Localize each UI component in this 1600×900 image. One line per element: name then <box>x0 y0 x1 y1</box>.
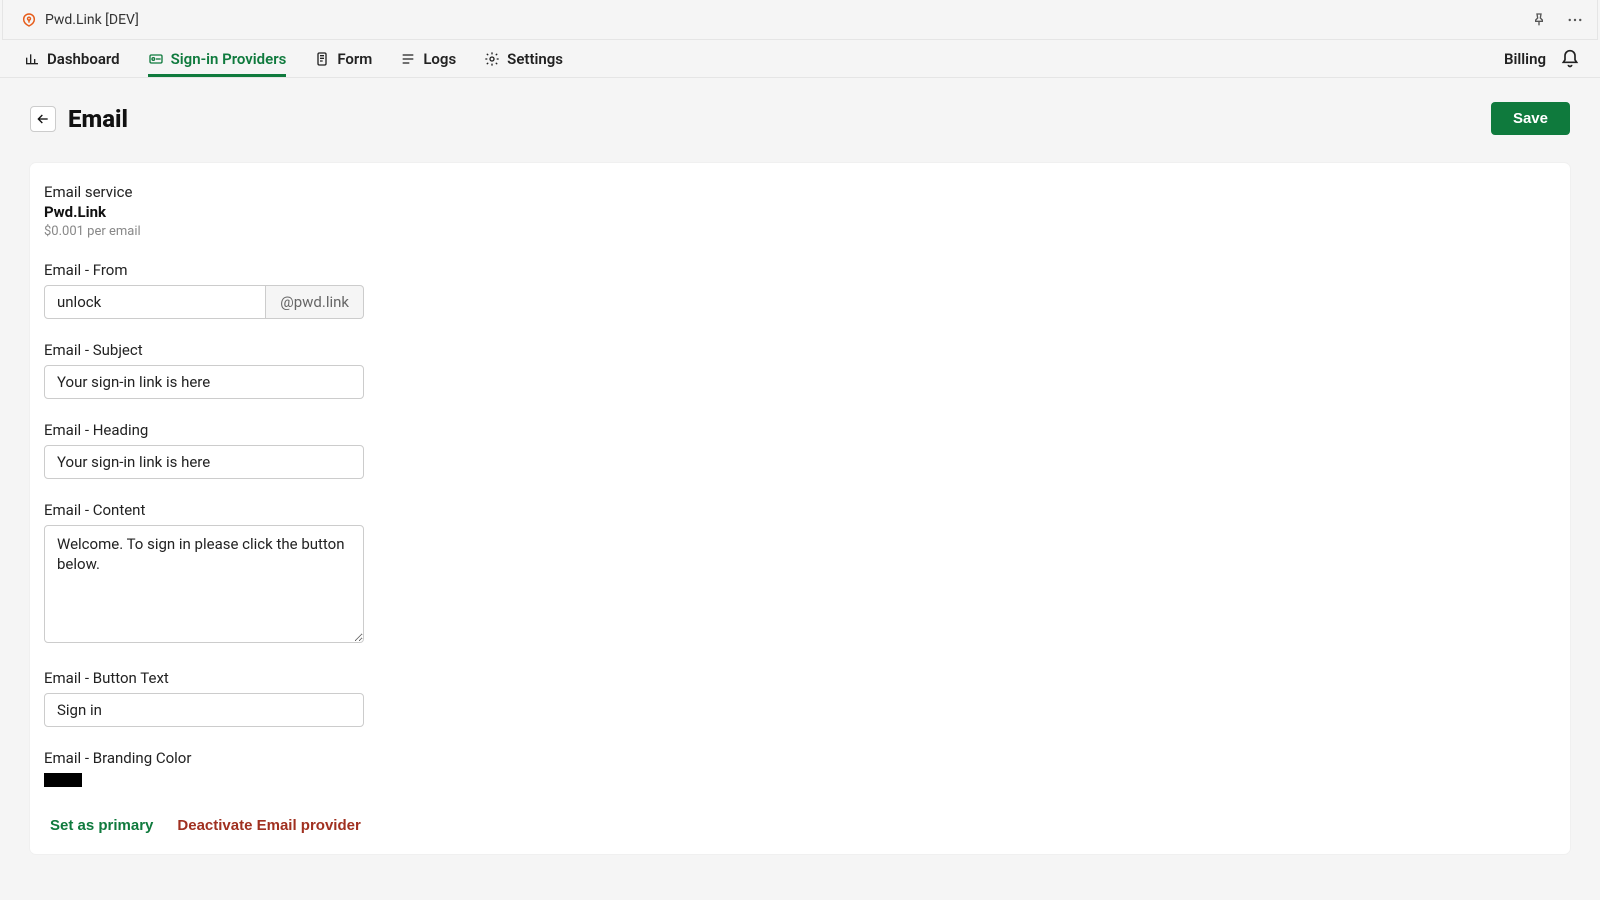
service-price: $0.001 per email <box>44 224 1556 239</box>
page-title: Email <box>68 105 128 133</box>
email-content-textarea[interactable] <box>44 525 364 643</box>
field-label: Email - Button Text <box>44 669 1556 687</box>
dashboard-icon <box>24 51 40 67</box>
branding-color-swatch[interactable] <box>44 773 82 787</box>
main-nav-left: Dashboard Sign-in Providers Form <box>24 40 563 77</box>
window-title-left: Pwd.Link [DEV] <box>21 12 139 28</box>
page-header-left: Email <box>30 105 128 133</box>
back-button[interactable] <box>30 106 56 132</box>
service-label: Email service <box>44 183 1556 201</box>
field-label: Email - Branding Color <box>44 749 1556 767</box>
deactivate-provider-button[interactable]: Deactivate Email provider <box>177 817 360 834</box>
nav-item-label: Form <box>337 50 372 68</box>
email-heading-input[interactable] <box>44 445 364 479</box>
settings-icon <box>484 51 500 67</box>
field-email-heading: Email - Heading <box>44 421 1556 479</box>
notifications-icon[interactable] <box>1560 49 1580 69</box>
email-button-text-input[interactable] <box>44 693 364 727</box>
nav-item-label: Settings <box>507 50 563 68</box>
nav-billing[interactable]: Billing <box>1504 50 1546 68</box>
field-email-button-text: Email - Button Text <box>44 669 1556 727</box>
nav-item-label: Logs <box>423 50 456 68</box>
nav-settings[interactable]: Settings <box>484 40 563 77</box>
nav-item-label: Sign-in Providers <box>171 50 287 68</box>
more-icon[interactable] <box>1563 8 1587 32</box>
window-title-right <box>1527 8 1587 32</box>
logs-icon <box>400 51 416 67</box>
card-actions: Set as primary Deactivate Email provider <box>44 817 1556 834</box>
nav-form[interactable]: Form <box>314 40 372 77</box>
from-input-group: @pwd.link <box>44 285 364 319</box>
nav-dashboard[interactable]: Dashboard <box>24 40 120 77</box>
service-name: Pwd.Link <box>44 203 1556 221</box>
email-from-input[interactable] <box>44 285 266 319</box>
nav-signin-providers[interactable]: Sign-in Providers <box>148 40 287 77</box>
content-area: Email Save Email service Pwd.Link $0.001… <box>0 78 1600 878</box>
pin-icon[interactable] <box>1527 8 1551 32</box>
arrow-left-icon <box>35 111 51 127</box>
field-label: Email - Heading <box>44 421 1556 439</box>
main-nav-right: Billing <box>1504 40 1580 77</box>
field-email-branding-color: Email - Branding Color <box>44 749 1556 791</box>
set-primary-button[interactable]: Set as primary <box>50 817 153 834</box>
field-email-subject: Email - Subject <box>44 341 1556 399</box>
nav-logs[interactable]: Logs <box>400 40 456 77</box>
field-label: Email - Content <box>44 501 1556 519</box>
window-title-bar: Pwd.Link [DEV] <box>2 0 1598 40</box>
main-nav: Dashboard Sign-in Providers Form <box>0 40 1600 78</box>
nav-item-label: Dashboard <box>47 50 120 68</box>
page-header: Email Save <box>30 102 1570 135</box>
email-subject-input[interactable] <box>44 365 364 399</box>
app-logo-icon <box>21 12 37 28</box>
field-label: Email - Subject <box>44 341 1556 359</box>
field-email-from: Email - From @pwd.link <box>44 261 1556 319</box>
app-title: Pwd.Link [DEV] <box>45 12 139 28</box>
field-label: Email - From <box>44 261 1556 279</box>
save-button[interactable]: Save <box>1491 102 1570 135</box>
email-from-domain-addon: @pwd.link <box>266 285 364 319</box>
settings-card: Email service Pwd.Link $0.001 per email … <box>30 163 1570 854</box>
field-email-content: Email - Content <box>44 501 1556 647</box>
signin-providers-icon <box>148 51 164 67</box>
form-icon <box>314 51 330 67</box>
